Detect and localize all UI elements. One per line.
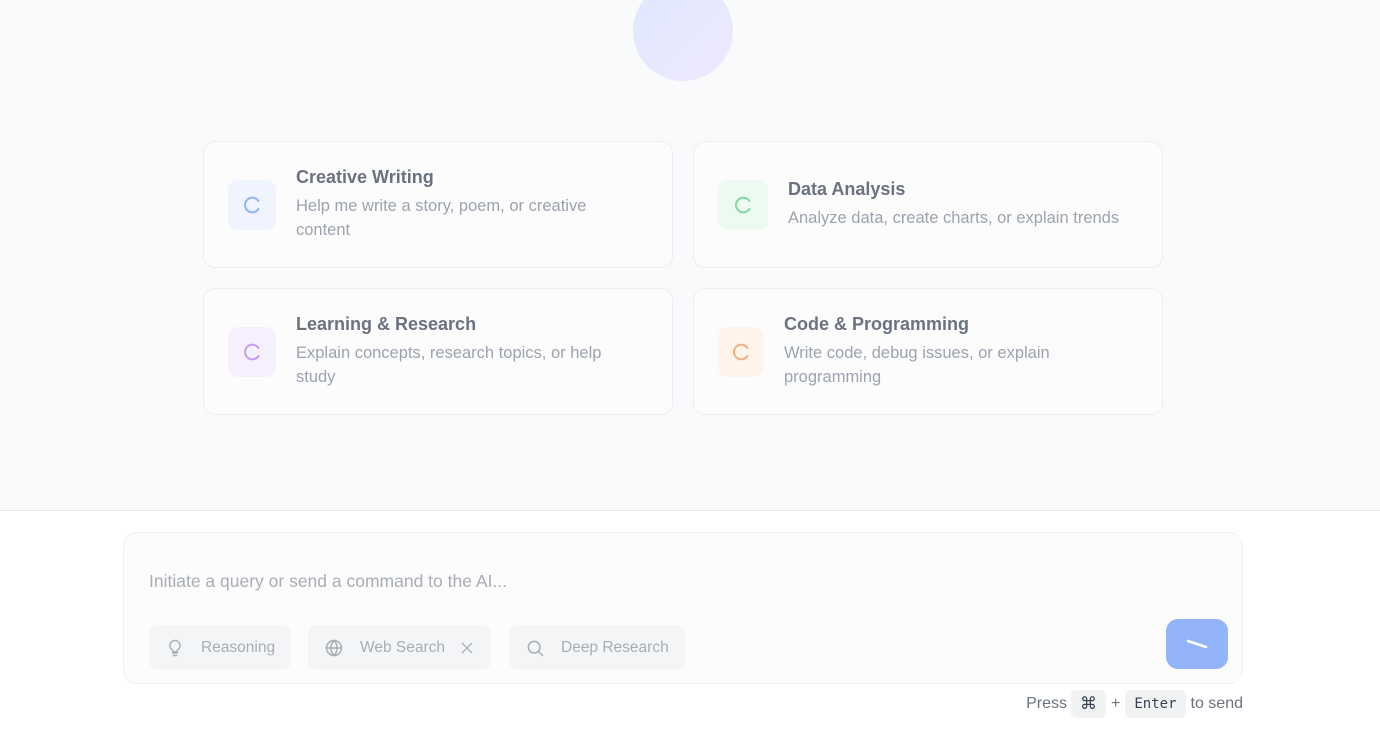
send-shortcut-hint: Press ⌘ + Enter to send	[1026, 690, 1243, 718]
web-search-toggle[interactable]: Web Search	[308, 625, 492, 670]
message-input[interactable]	[149, 571, 1149, 592]
suggestion-card-learning-research[interactable]: Learning & Research Explain concepts, re…	[203, 288, 673, 415]
card-description: Explain concepts, research topics, or he…	[296, 344, 602, 386]
card-title: Learning & Research	[296, 314, 477, 334]
send-icon	[1185, 632, 1209, 656]
message-composer: Reasoning Web Search Deep Research	[123, 532, 1243, 684]
card-description: Help me write a story, poem, or creative…	[296, 197, 587, 239]
loading-spinner-icon	[718, 179, 768, 230]
search-icon	[525, 638, 545, 658]
reasoning-toggle[interactable]: Reasoning	[149, 625, 292, 670]
deep-research-toggle[interactable]: Deep Research	[509, 625, 685, 670]
web-search-label: Web Search	[360, 638, 446, 656]
assistant-avatar	[633, 0, 733, 81]
reasoning-label: Reasoning	[201, 638, 276, 656]
globe-icon	[324, 638, 344, 658]
loading-spinner-icon	[718, 326, 764, 377]
hint-plus: +	[1111, 695, 1121, 712]
send-button[interactable]	[1166, 619, 1228, 669]
suggestion-card-creative-writing[interactable]: Creative Writing Help me write a story, …	[203, 141, 673, 268]
card-description: Analyze data, create charts, or explain …	[788, 209, 1120, 227]
card-title: Creative Writing	[296, 167, 434, 187]
card-title: Code & Programming	[784, 314, 970, 334]
loading-spinner-icon	[228, 326, 276, 377]
suggestion-card-data-analysis[interactable]: Data Analysis Analyze data, create chart…	[693, 141, 1163, 268]
hint-press: Press	[1026, 695, 1068, 712]
deep-research-label: Deep Research	[561, 638, 669, 656]
card-title: Data Analysis	[788, 179, 906, 199]
enter-key: Enter	[1125, 690, 1186, 718]
hint-suffix: to send	[1190, 695, 1243, 712]
lightbulb-icon	[165, 638, 185, 658]
loading-spinner-icon	[228, 179, 276, 230]
command-key: ⌘	[1071, 690, 1107, 718]
suggestion-card-code-programming[interactable]: Code & Programming Write code, debug iss…	[693, 288, 1163, 415]
welcome-area: Creative Writing Help me write a story, …	[0, 0, 1380, 511]
card-description: Write code, debug issues, or explain pro…	[784, 344, 1050, 386]
close-icon[interactable]	[459, 640, 475, 656]
